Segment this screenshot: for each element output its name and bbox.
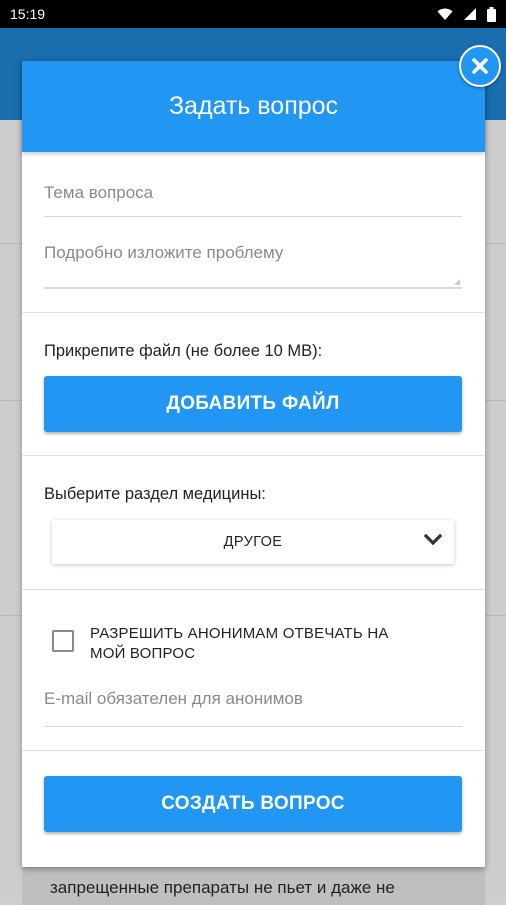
- dialog-header: Задать вопрос: [22, 61, 485, 152]
- create-question-button[interactable]: СОЗДАТЬ ВОПРОС: [44, 776, 462, 832]
- chevron-down-icon: [424, 534, 442, 546]
- close-icon: [472, 58, 488, 74]
- close-button[interactable]: [459, 45, 501, 87]
- anonymous-checkbox[interactable]: [52, 630, 74, 652]
- attach-label: Прикрепите файл (не более 10 MB):: [44, 342, 323, 360]
- section-label: Выберите раздел медицины:: [44, 485, 266, 503]
- details-placeholder: Подробно изложите проблему: [44, 243, 284, 262]
- resize-handle-icon: [454, 279, 460, 285]
- divider: [22, 750, 485, 751]
- background-text-line: запрещенные препараты не пьет и даже не: [50, 878, 395, 897]
- status-time: 15:19: [10, 6, 46, 22]
- topic-placeholder: Тема вопроса: [44, 183, 154, 202]
- divider: [22, 312, 485, 313]
- ask-question-dialog: Задать вопрос Тема вопроса Подробно изло…: [22, 61, 485, 867]
- status-icons: [437, 6, 496, 22]
- wifi-icon: [437, 7, 453, 21]
- divider: [22, 455, 485, 456]
- status-bar: 15:19: [0, 0, 506, 28]
- dialog-title: Задать вопрос: [168, 92, 339, 120]
- anonymous-checkbox-label[interactable]: РАЗРЕШИТЬ АНОНИМАМ ОТВЕЧАТЬ НА МОЙ ВОПРО…: [90, 624, 420, 664]
- topic-input[interactable]: Тема вопроса: [44, 183, 462, 217]
- add-file-button[interactable]: ДОБАВИТЬ ФАЙЛ: [44, 376, 462, 432]
- details-textarea[interactable]: Подробно изложите проблему: [44, 243, 462, 289]
- battery-icon: [487, 6, 496, 22]
- anonymous-checkbox-row[interactable]: РАЗРЕШИТЬ АНОНИМАМ ОТВЕЧАТЬ НА МОЙ ВОПРО…: [52, 624, 420, 664]
- email-input[interactable]: E-mail обязателен для анонимов: [44, 689, 462, 727]
- email-placeholder: E-mail обязателен для анонимов: [44, 689, 303, 708]
- divider: [22, 589, 485, 590]
- section-select[interactable]: ДРУГОЕ: [52, 520, 454, 564]
- signal-icon: [463, 7, 477, 21]
- section-selected-value: ДРУГОЕ: [223, 534, 283, 550]
